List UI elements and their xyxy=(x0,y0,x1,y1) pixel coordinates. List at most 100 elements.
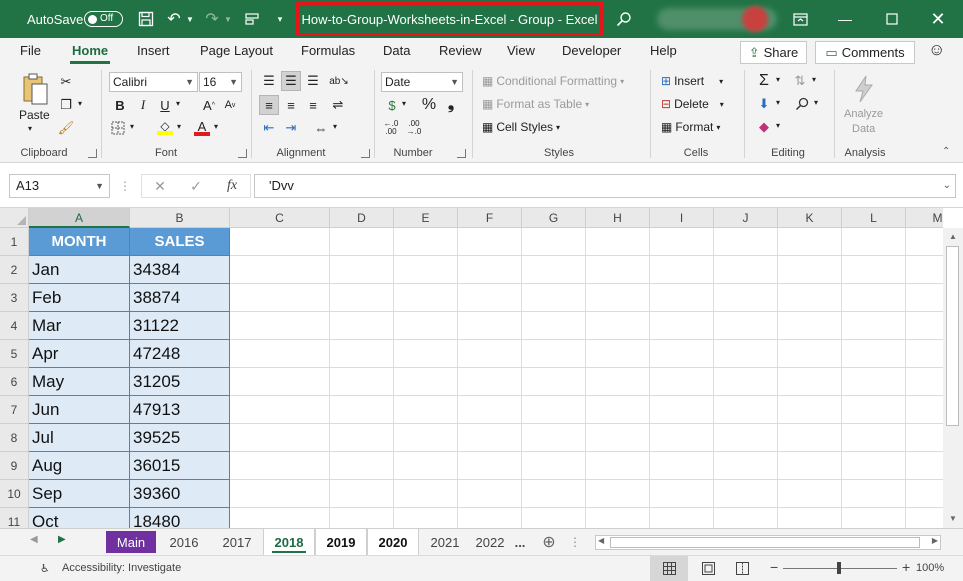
sales-cell[interactable]: 34384 xyxy=(130,256,230,284)
empty-cell[interactable] xyxy=(458,340,522,368)
empty-cell[interactable] xyxy=(330,368,394,396)
sheet-tab-2017[interactable]: 2017 xyxy=(211,529,263,555)
empty-cell[interactable] xyxy=(778,228,842,256)
column-header-i[interactable]: I xyxy=(650,208,714,228)
comments-button[interactable]: ▭ Comments xyxy=(815,41,915,64)
normal-view-icon[interactable] xyxy=(650,556,688,581)
column-header-l[interactable]: L xyxy=(842,208,906,228)
empty-cell[interactable] xyxy=(458,228,522,256)
month-cell[interactable]: Apr xyxy=(29,340,130,368)
merge-dropdown-icon[interactable]: ▾ xyxy=(333,122,337,131)
empty-cell[interactable] xyxy=(714,452,778,480)
empty-cell[interactable] xyxy=(394,284,458,312)
empty-cell[interactable] xyxy=(394,508,458,528)
empty-cell[interactable] xyxy=(330,508,394,528)
empty-cell[interactable] xyxy=(230,368,330,396)
undo-dropdown-icon[interactable]: ▼ xyxy=(185,0,195,38)
empty-cell[interactable] xyxy=(586,424,650,452)
empty-cell[interactable] xyxy=(778,284,842,312)
month-cell[interactable]: Jun xyxy=(29,396,130,424)
month-cell[interactable]: Aug xyxy=(29,452,130,480)
month-cell[interactable]: Mar xyxy=(29,312,130,340)
row-header-6[interactable]: 6 xyxy=(0,368,29,396)
borders-dropdown-icon[interactable]: ▾ xyxy=(130,122,134,131)
empty-cell[interactable] xyxy=(586,284,650,312)
column-header-f[interactable]: F xyxy=(458,208,522,228)
fill-dropdown-icon[interactable]: ▾ xyxy=(776,98,780,107)
sales-cell[interactable]: 39525 xyxy=(130,424,230,452)
empty-cell[interactable] xyxy=(458,480,522,508)
empty-cell[interactable] xyxy=(230,312,330,340)
sheet-tab-2016[interactable]: 2016 xyxy=(158,529,210,555)
close-icon[interactable]: ✕ xyxy=(928,0,948,38)
fill-color-icon[interactable]: ◇ xyxy=(155,118,175,138)
column-header-d[interactable]: D xyxy=(330,208,394,228)
row-header-2[interactable]: 2 xyxy=(0,256,29,284)
empty-cell[interactable] xyxy=(522,368,586,396)
empty-cell[interactable] xyxy=(458,368,522,396)
table-header-cell[interactable]: MONTH xyxy=(29,228,130,256)
empty-cell[interactable] xyxy=(778,452,842,480)
font-launcher-icon[interactable] xyxy=(238,149,247,158)
empty-cell[interactable] xyxy=(650,480,714,508)
cell-styles-button[interactable]: ▦ Cell Styles ▾ xyxy=(482,120,560,134)
empty-cell[interactable] xyxy=(330,340,394,368)
empty-cell[interactable] xyxy=(650,312,714,340)
empty-cell[interactable] xyxy=(714,424,778,452)
number-launcher-icon[interactable] xyxy=(457,149,466,158)
scroll-left-icon[interactable]: ◀ xyxy=(598,536,604,545)
empty-cell[interactable] xyxy=(906,508,943,528)
sales-cell[interactable]: 31122 xyxy=(130,312,230,340)
empty-cell[interactable] xyxy=(522,284,586,312)
increase-font-icon[interactable]: A ^ xyxy=(199,95,219,115)
tab-page-layout[interactable]: Page Layout xyxy=(200,43,273,58)
search-icon[interactable] xyxy=(614,0,634,38)
sales-cell[interactable]: 39360 xyxy=(130,480,230,508)
wrap-text-icon[interactable]: ⇌ xyxy=(328,95,348,115)
empty-cell[interactable] xyxy=(458,452,522,480)
select-all-corner[interactable] xyxy=(0,208,29,228)
zoom-level[interactable]: 100% xyxy=(916,562,944,574)
bold-icon[interactable]: B xyxy=(110,95,130,115)
find-select-icon[interactable] xyxy=(792,94,812,114)
empty-cell[interactable] xyxy=(650,284,714,312)
empty-cell[interactable] xyxy=(842,424,906,452)
increase-indent-icon[interactable]: ⇥ xyxy=(281,118,301,138)
empty-cell[interactable] xyxy=(714,480,778,508)
empty-cell[interactable] xyxy=(522,508,586,528)
font-name-select[interactable]: Calibri ▼ xyxy=(109,72,198,92)
scroll-right-icon[interactable]: ▶ xyxy=(932,536,938,545)
alignment-launcher-icon[interactable] xyxy=(361,149,370,158)
empty-cell[interactable] xyxy=(330,284,394,312)
column-header-g[interactable]: G xyxy=(522,208,586,228)
sheet-tab-main[interactable]: Main xyxy=(106,531,156,553)
month-cell[interactable]: Jul xyxy=(29,424,130,452)
empty-cell[interactable] xyxy=(650,508,714,528)
align-middle-icon[interactable]: ☰ xyxy=(281,71,301,91)
clipboard-launcher-icon[interactable] xyxy=(88,149,97,158)
borders-icon[interactable] xyxy=(108,118,128,138)
align-left-icon[interactable]: ≡ xyxy=(259,95,279,115)
tab-review[interactable]: Review xyxy=(439,43,482,58)
empty-cell[interactable] xyxy=(394,424,458,452)
formula-input[interactable]: 'Dvv ⌄ xyxy=(254,174,956,198)
autosum-dropdown-icon[interactable]: ▾ xyxy=(776,75,780,84)
empty-cell[interactable] xyxy=(230,508,330,528)
empty-cell[interactable] xyxy=(906,256,943,284)
month-cell[interactable]: Feb xyxy=(29,284,130,312)
empty-cell[interactable] xyxy=(394,228,458,256)
clear-dropdown-icon[interactable]: ▾ xyxy=(776,121,780,130)
table-header-cell[interactable]: SALES xyxy=(130,228,230,256)
hscroll-thumb[interactable] xyxy=(610,537,920,548)
sales-cell[interactable]: 47913 xyxy=(130,396,230,424)
empty-cell[interactable] xyxy=(394,396,458,424)
row-header-7[interactable]: 7 xyxy=(0,396,29,424)
empty-cell[interactable] xyxy=(586,480,650,508)
empty-cell[interactable] xyxy=(778,396,842,424)
empty-cell[interactable] xyxy=(458,284,522,312)
sheet-tab-2019[interactable]: 2019 xyxy=(315,529,367,555)
empty-cell[interactable] xyxy=(906,480,943,508)
horizontal-scrollbar[interactable]: ◀ ▶ xyxy=(595,535,941,550)
empty-cell[interactable] xyxy=(778,480,842,508)
sales-cell[interactable]: 38874 xyxy=(130,284,230,312)
